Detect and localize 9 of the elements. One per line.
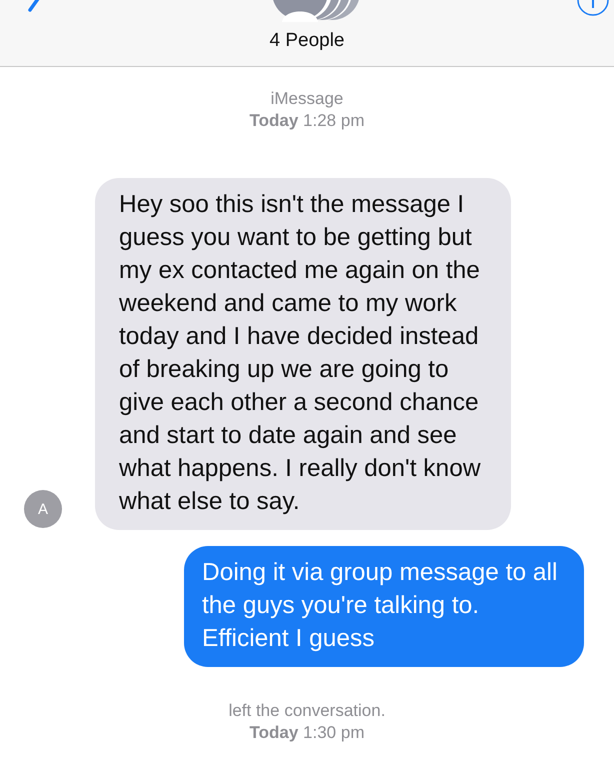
status-text: left the conversation.: [228, 700, 386, 722]
message-bubble: Hey soo this isn't the message I guess you want to be getting but my ex contacted me again on the weekend and came to my work today and I have decided instead of breaking up we are going to give each other a second chance and start to date again and see what happens. I really don't know what else to say.: [95, 178, 511, 530]
back-icon[interactable]: [26, 0, 42, 12]
message-bubble: Doing it via group message to all the guys you're talking to. Efficient I guess: [184, 546, 584, 667]
conversation-title[interactable]: 4 People: [269, 30, 344, 52]
timestamp: Today 1:28 pm: [250, 110, 364, 132]
info-icon[interactable]: [576, 0, 610, 18]
timestamp: Today 1:30 pm: [250, 722, 364, 744]
status-text: iMessage: [270, 88, 344, 110]
